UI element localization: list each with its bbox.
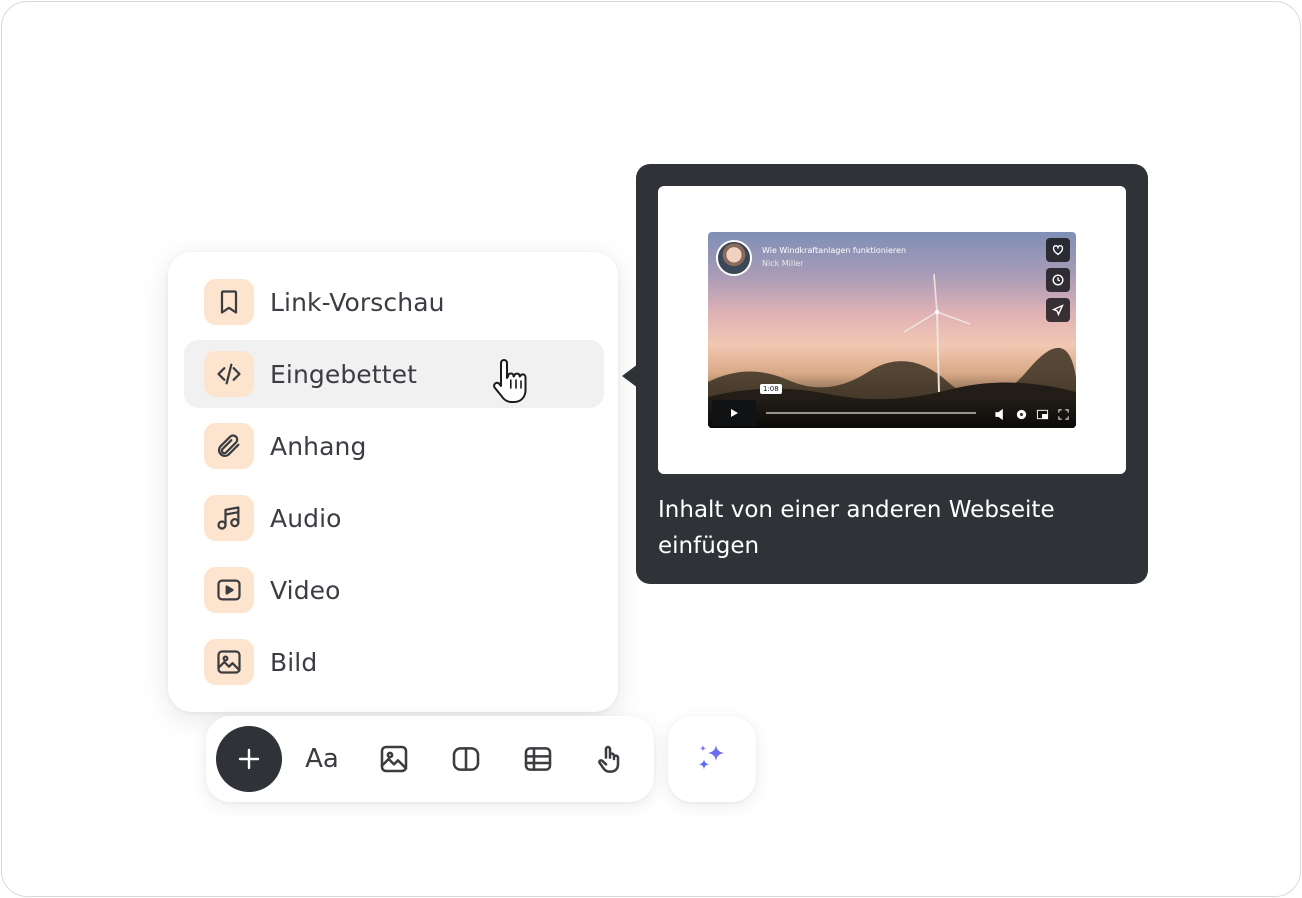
menu-item-label: Anhang <box>270 431 367 461</box>
paperclip-icon <box>204 423 254 469</box>
pip-icon <box>1036 406 1049 420</box>
music-note-icon <box>204 495 254 541</box>
ai-assist-button[interactable] <box>668 716 756 802</box>
columns-button[interactable] <box>444 737 488 781</box>
menu-item-label: Eingebettet <box>270 359 417 389</box>
table-icon <box>524 747 552 771</box>
avatar <box>716 240 752 276</box>
image-icon <box>380 745 408 773</box>
send-icon <box>1046 298 1070 322</box>
text-style-button[interactable]: Aa <box>300 737 344 781</box>
interaction-button[interactable] <box>588 737 632 781</box>
embed-tooltip: Wie Windkraftanlagen funktionieren Nick … <box>636 164 1148 584</box>
time-badge: 1:08 <box>760 384 782 394</box>
gear-icon <box>1015 406 1028 420</box>
menu-item-label: Audio <box>270 503 342 533</box>
menu-item-image[interactable]: Bild <box>184 628 604 696</box>
player-control-icons <box>994 406 1070 421</box>
menu-item-audio[interactable]: Audio <box>184 484 604 552</box>
tooltip-description: Inhalt von einer anderen Webseite einfüg… <box>658 497 1055 559</box>
menu-item-link-preview[interactable]: Link-Vorschau <box>184 268 604 336</box>
sparkles-icon <box>698 745 724 770</box>
play-video-icon <box>204 567 254 613</box>
menu-item-video[interactable]: Video <box>184 556 604 624</box>
insert-image-button[interactable] <box>372 737 416 781</box>
image-icon <box>204 639 254 685</box>
play-icon <box>712 400 756 426</box>
volume-icon <box>994 406 1007 421</box>
menu-item-label: Video <box>270 575 341 605</box>
add-button[interactable] <box>216 726 282 792</box>
insert-menu: Link-Vorschau Eingebettet Anhang Audio V… <box>168 252 618 712</box>
plus-icon <box>238 748 260 770</box>
menu-item-attachment[interactable]: Anhang <box>184 412 604 480</box>
text-style-icon: Aa <box>305 744 339 774</box>
hand-cursor-icon <box>493 359 527 403</box>
columns-icon <box>452 747 480 771</box>
code-icon <box>204 351 254 397</box>
video-author: Nick Miller <box>762 259 804 268</box>
embed-preview-card: Wie Windkraftanlagen funktionieren Nick … <box>658 186 1126 474</box>
progress-track <box>766 412 976 414</box>
heart-icon <box>1046 238 1070 262</box>
video-controls: 1:08 <box>708 384 1076 428</box>
menu-item-embedded[interactable]: Eingebettet <box>184 340 604 408</box>
menu-item-label: Link-Vorschau <box>270 287 445 317</box>
video-embed-preview: Wie Windkraftanlagen funktionieren Nick … <box>708 232 1076 428</box>
menu-item-label: Bild <box>270 647 318 677</box>
fullscreen-icon <box>1057 406 1070 420</box>
video-title: Wie Windkraftanlagen funktionieren <box>762 246 907 255</box>
clock-icon <box>1046 268 1070 292</box>
table-button[interactable] <box>516 737 560 781</box>
bookmark-icon <box>204 279 254 325</box>
hand-pointer-icon <box>598 745 620 773</box>
editor-toolbar: Aa <box>206 716 654 802</box>
